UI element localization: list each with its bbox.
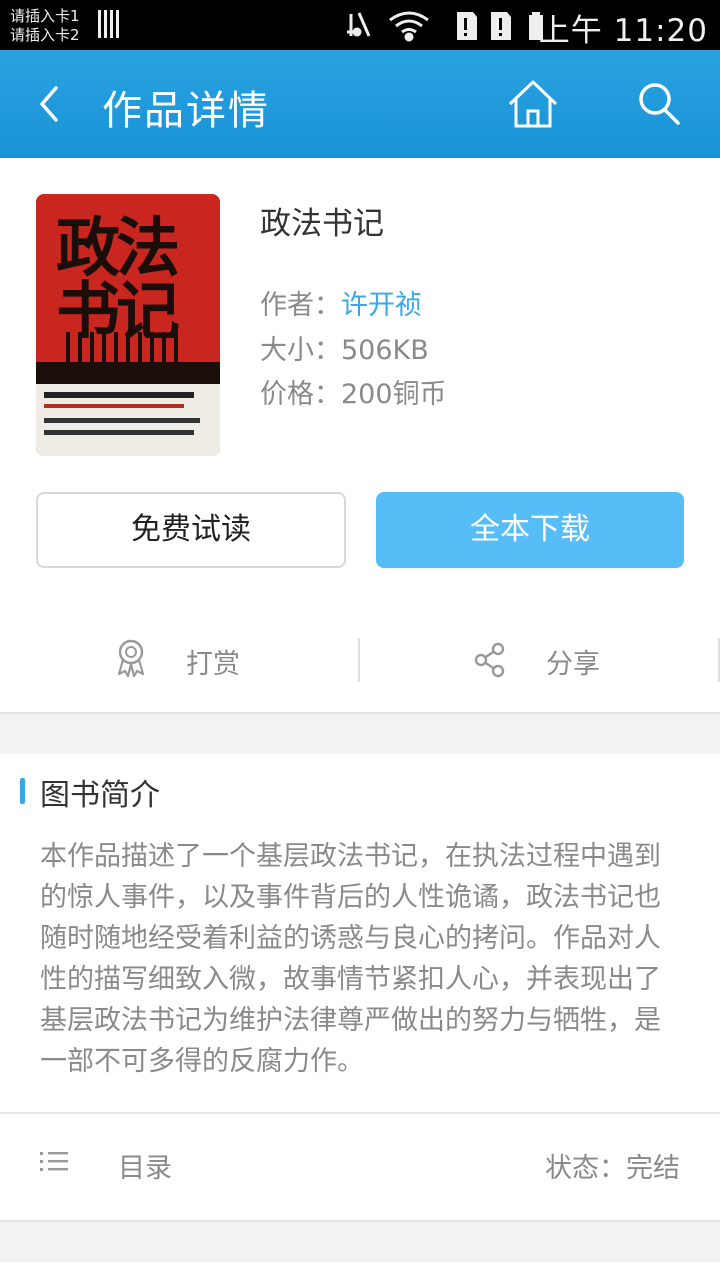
search-icon[interactable] xyxy=(636,80,682,128)
price-row: 价格：200铜币 xyxy=(260,377,447,413)
action-divider xyxy=(358,638,360,682)
list-icon[interactable] xyxy=(40,1150,70,1174)
size-row: 大小：506KB xyxy=(260,333,429,369)
svg-text:书记: 书记 xyxy=(56,275,179,338)
cover-band xyxy=(36,362,220,384)
sim1-text: 请插入卡1 xyxy=(10,7,80,25)
sim-alert-icon-2 xyxy=(491,12,511,40)
next-card xyxy=(0,1262,720,1280)
reward-button[interactable]: 打赏 xyxy=(114,636,274,682)
section-marker xyxy=(20,778,25,804)
author-row: 作者：许开祯 xyxy=(260,288,422,324)
home-icon[interactable] xyxy=(506,78,560,130)
status-bar: 请插入卡1 请插入卡2 上午 11:20 xyxy=(0,0,720,50)
share-label: 分享 xyxy=(546,649,600,680)
book-title: 政法书记 xyxy=(260,206,384,242)
author-link[interactable]: 许开祯 xyxy=(341,290,422,321)
cover-bottom xyxy=(36,384,220,456)
toc-link[interactable]: 目录 xyxy=(118,1146,172,1185)
mute-icon xyxy=(347,12,371,37)
reward-label: 打赏 xyxy=(186,649,240,680)
intro-title: 图书简介 xyxy=(40,778,160,813)
page-title: 作品详情 xyxy=(102,88,270,134)
divider xyxy=(0,1112,720,1114)
share-button[interactable]: 分享 xyxy=(474,636,634,682)
app-header: 作品详情 xyxy=(0,50,720,158)
author-label: 作者： xyxy=(260,290,341,321)
award-icon xyxy=(117,639,145,678)
cover-bars-art xyxy=(66,332,188,362)
download-button[interactable]: 全本下载 xyxy=(376,492,684,568)
book-cover[interactable]: 政法 书记 xyxy=(36,194,220,456)
book-status: 状态：完结 xyxy=(545,1153,680,1184)
cover-title-art: 政法 书记 xyxy=(56,208,186,350)
clock-text: 上午 11:20 xyxy=(538,13,708,49)
signal-bars-icon xyxy=(98,10,120,38)
free-read-button[interactable]: 免费试读 xyxy=(36,492,346,568)
price-value: 200铜币 xyxy=(341,379,447,410)
size-label: 大小： xyxy=(260,335,341,366)
status-icons xyxy=(347,11,543,42)
sim-status: 请插入卡1 请插入卡2 xyxy=(10,7,80,45)
sim-alert-icon xyxy=(457,12,477,40)
back-arrow-icon[interactable] xyxy=(30,80,70,128)
size-value: 506KB xyxy=(341,335,429,366)
share-icon xyxy=(474,642,505,678)
section-gap xyxy=(0,712,720,754)
intro-text: 本作品描述了一个基层政法书记，在执法过程中遇到的惊人事件，以及事件背后的人性诡谲… xyxy=(40,841,661,1077)
sim2-text: 请插入卡2 xyxy=(10,26,80,44)
price-label: 价格： xyxy=(260,379,341,410)
wifi-icon xyxy=(389,11,429,42)
